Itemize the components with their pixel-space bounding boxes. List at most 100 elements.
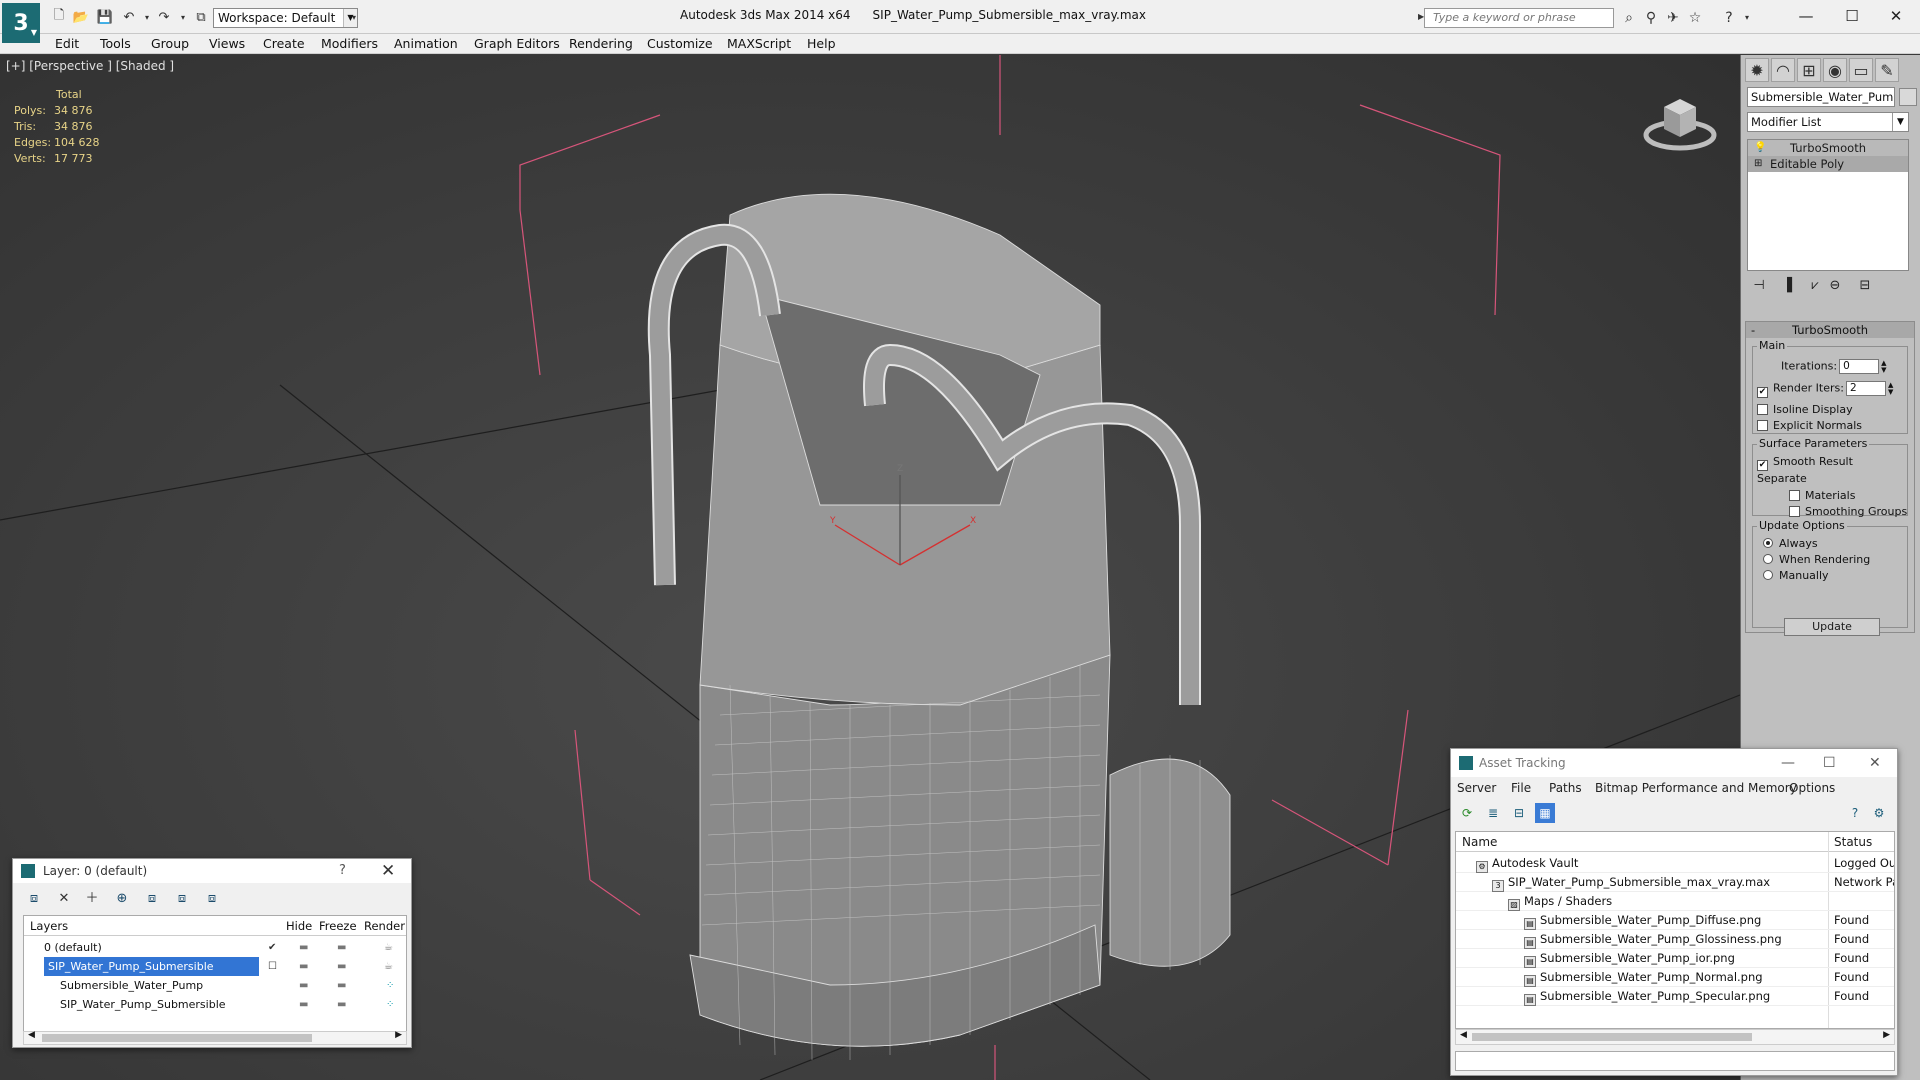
hide-toggle-icon[interactable]: ▬ [299, 957, 308, 976]
asset-horizontal-scrollbar[interactable]: ◀ ▶ [1455, 1029, 1895, 1045]
smooth-result-checkbox[interactable]: ✔ [1757, 460, 1768, 471]
scrollbar-thumb[interactable] [1472, 1033, 1752, 1041]
scroll-right-icon[interactable]: ▶ [395, 1030, 402, 1040]
column-render[interactable]: Render [364, 916, 405, 936]
settings-icon[interactable]: ⚙ [1869, 803, 1889, 823]
stack-item-turbosmooth[interactable]: 💡 TurboSmooth [1748, 140, 1908, 156]
minimize-icon[interactable]: — [1781, 749, 1795, 777]
asset-dialog-title-bar[interactable]: Asset Tracking — ☐ ✕ [1451, 749, 1897, 777]
column-status[interactable]: Status [1834, 832, 1872, 852]
save-file-icon[interactable]: 💾 [96, 9, 114, 25]
hierarchy-tab-icon[interactable]: ⊞ [1797, 58, 1821, 82]
make-unique-icon[interactable]: ⩗ [1805, 277, 1825, 295]
asset-row[interactable]: ▤ Submersible_Water_Pump_Normal.png Found [1456, 968, 1894, 987]
when-rendering-radio[interactable] [1763, 554, 1773, 564]
favorites-star-icon[interactable]: ☆ [1686, 9, 1704, 27]
remove-modifier-icon[interactable]: ⊖ [1825, 277, 1845, 295]
column-name[interactable]: Name [1462, 832, 1497, 852]
open-file-icon[interactable]: 📂 [72, 9, 90, 25]
render-iters-input[interactable]: 2 [1845, 381, 1886, 396]
redo-icon[interactable]: ↷ [155, 9, 173, 25]
create-layer-icon[interactable]: ＋ [81, 889, 103, 909]
stack-item-editable-poly[interactable]: ⊞ Editable Poly [1748, 156, 1908, 172]
asset-row[interactable]: ▤ Submersible_Water_Pump_Specular.png Foun… [1456, 987, 1894, 1006]
scroll-right-icon[interactable]: ▶ [1883, 1030, 1890, 1040]
hide-toggle-icon[interactable]: ▬ [299, 976, 308, 995]
rollout-header[interactable]: - TurboSmooth [1746, 322, 1914, 338]
menu-rendering[interactable]: Rendering [569, 34, 633, 54]
workspace-dropdown[interactable]: Workspace: Default ▼ [213, 8, 358, 28]
spinner-arrows-icon[interactable]: ▲ ▼ [1888, 381, 1893, 396]
modifier-list-dropdown[interactable]: Modifier List ▼ [1747, 112, 1909, 132]
utilities-tab-icon[interactable]: ✎ [1875, 58, 1899, 82]
object-name-field[interactable]: Submersible_Water_Pump [1747, 87, 1895, 107]
asset-row[interactable]: ⚙ Autodesk Vault Logged Ou [1456, 854, 1894, 873]
add-selection-icon[interactable]: ⊕ [111, 889, 133, 909]
iterations-input[interactable]: 0 [1839, 359, 1880, 374]
render-dots-icon[interactable]: ⁘ [386, 976, 394, 995]
application-menu-button[interactable]: 3 ▼ [2, 3, 40, 43]
scroll-left-icon[interactable]: ◀ [1460, 1030, 1467, 1040]
motion-tab-icon[interactable]: ◉ [1823, 58, 1847, 82]
hide-freeze-all-icon[interactable]: ⧈ [201, 889, 223, 909]
render-teapot-icon[interactable]: ☕ [384, 938, 393, 957]
render-iters-checkbox[interactable]: ✔ [1757, 386, 1768, 398]
object-color-swatch[interactable] [1899, 88, 1917, 106]
undo-dropdown-icon[interactable]: ▾ [138, 9, 156, 25]
asset-menu-server[interactable]: Server [1457, 777, 1496, 799]
maximize-icon[interactable]: ☐ [1823, 749, 1836, 777]
asset-row[interactable]: ▤ Submersible_Water_Pump_Glossiness.png Fo… [1456, 930, 1894, 949]
close-icon[interactable]: ✕ [1869, 749, 1881, 777]
layer-horizontal-scrollbar[interactable]: ◀ ▶ [23, 1030, 407, 1045]
menu-edit[interactable]: Edit [55, 34, 79, 54]
always-radio[interactable] [1763, 538, 1773, 548]
maximize-icon[interactable]: ☐ [1834, 5, 1870, 27]
help-icon[interactable]: ? [1845, 803, 1865, 823]
render-teapot-icon[interactable]: ☕ [384, 957, 393, 976]
layer-row[interactable]: 0 (default) ✔ ▬ ▬ ☕ [24, 938, 406, 957]
expand-plus-icon[interactable]: ⊞ [1754, 156, 1762, 172]
undo-icon[interactable]: ↶ [120, 9, 138, 25]
close-icon[interactable]: ✕ [1878, 5, 1914, 27]
menu-modifiers[interactable]: Modifiers [321, 34, 378, 54]
menu-animation[interactable]: Animation [394, 34, 458, 54]
help-icon[interactable]: ? [1720, 9, 1738, 27]
asset-row[interactable]: ▤ Submersible_Water_Pump_ior.png Found [1456, 949, 1894, 968]
delete-layer-icon[interactable]: ✕ [53, 889, 75, 909]
show-end-result-icon[interactable]: ▐ [1777, 277, 1797, 295]
explicit-normals-checkbox[interactable] [1757, 420, 1768, 431]
help-icon[interactable]: ? [339, 859, 346, 883]
viewcube[interactable] [1640, 85, 1720, 155]
active-layer-icon[interactable]: ☐ [268, 957, 277, 976]
pin-stack-icon[interactable]: ⊣ [1749, 277, 1769, 295]
create-tab-sun-icon[interactable]: ✹ [1745, 58, 1769, 82]
asset-menu-file[interactable]: File [1511, 777, 1531, 799]
display-tab-icon[interactable]: ▭ [1849, 58, 1873, 82]
layers-stack-icon[interactable]: ⧈ [23, 889, 45, 909]
scroll-left-icon[interactable]: ◀ [28, 1030, 35, 1040]
detail-view-icon[interactable]: ⊟ [1509, 803, 1529, 823]
project-folder-icon[interactable]: ⧉ [192, 9, 210, 25]
list-view-icon[interactable]: ≣ [1483, 803, 1503, 823]
modify-tab-icon[interactable]: ◠ [1771, 58, 1795, 82]
collapse-minus-icon[interactable]: - [1751, 322, 1755, 338]
menu-customize[interactable]: Customize [647, 34, 713, 54]
layer-dialog-title-bar[interactable]: Layer: 0 (default) ? ✕ [13, 859, 411, 883]
close-icon[interactable]: ✕ [381, 859, 395, 883]
menu-group[interactable]: Group [151, 34, 189, 54]
freeze-toggle-icon[interactable]: ▬ [337, 976, 346, 995]
viewport-label[interactable]: [+] [Perspective ] [Shaded ] [6, 59, 174, 73]
asset-path-field[interactable] [1455, 1051, 1895, 1071]
menu-create[interactable]: Create [263, 34, 305, 54]
select-objects-icon[interactable]: ⧈ [141, 889, 163, 909]
asset-row[interactable]: 3 SIP_Water_Pump_Submersible_max_vray.max… [1456, 873, 1894, 892]
asset-menu-options[interactable]: Options [1789, 777, 1835, 799]
new-file-icon[interactable]: 🗋 [50, 8, 68, 25]
communication-icon[interactable]: ✈ [1664, 9, 1682, 27]
hide-toggle-icon[interactable]: ▬ [299, 938, 308, 957]
redo-dropdown-icon[interactable]: ▾ [174, 9, 192, 25]
manually-radio[interactable] [1763, 570, 1773, 580]
freeze-toggle-icon[interactable]: ▬ [337, 957, 346, 976]
asset-menu-paths[interactable]: Paths [1549, 777, 1582, 799]
column-layers[interactable]: Layers [30, 916, 68, 936]
